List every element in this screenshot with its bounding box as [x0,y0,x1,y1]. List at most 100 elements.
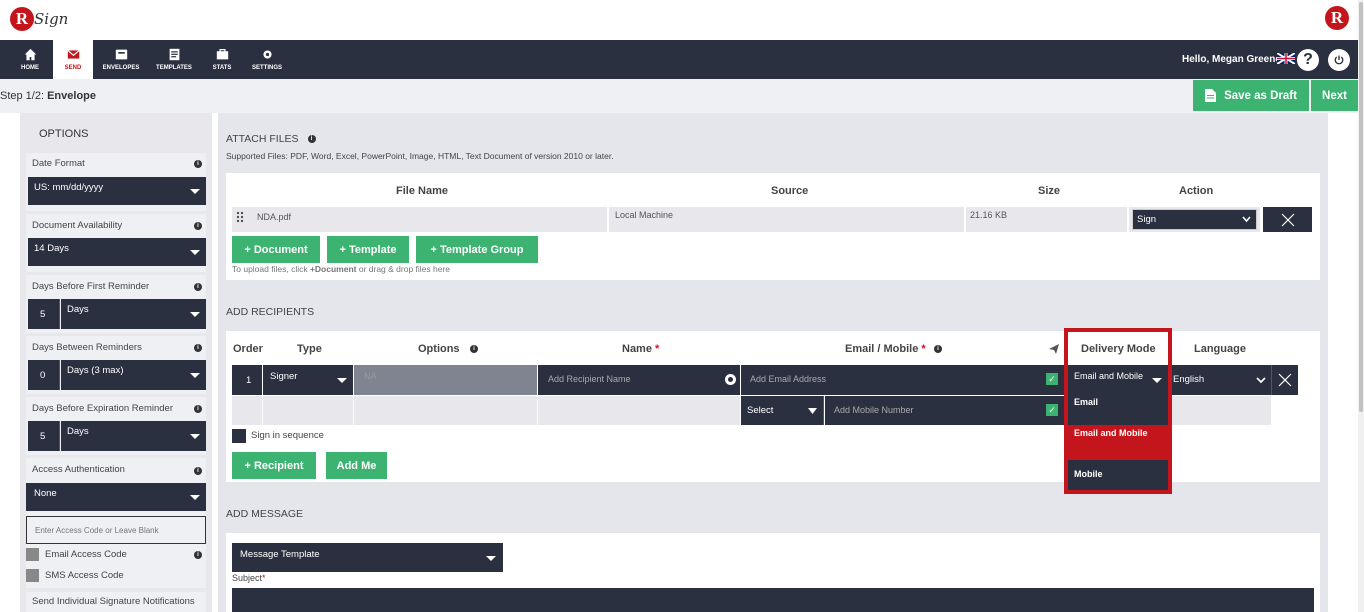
user-greeting: Hello, Megan Greene [1182,54,1281,65]
access-auth-group: Access Authentication i None Email Acces… [26,458,206,588]
home-icon [24,48,36,61]
expiration-reminder-label: Days Before Expiration Reminder [32,403,173,414]
subject-label: Subject* [232,573,266,583]
col-order: Order [233,343,263,355]
remove-recipient-button[interactable] [1271,365,1298,395]
chevron-down-icon [190,312,200,317]
doc-availability-group: Document Availability i 14 Days [26,214,206,272]
recipient-email-input[interactable]: Add Email Address [741,365,1069,395]
nav-send[interactable]: SEND [53,40,93,79]
col-source: Source [771,185,809,197]
empty-cell [538,396,740,425]
next-button[interactable]: Next [1311,80,1358,111]
file-size-cell: 21.16 KB [966,207,1127,232]
message-title: ADD MESSAGE [226,508,304,520]
between-reminders-group: Days Between Reminders i 0 Days (3 max) [26,336,206,394]
close-icon [1281,213,1294,226]
subject-input[interactable] [232,588,1314,612]
add-recipient-button[interactable]: + Recipient [232,452,316,479]
file-action-select[interactable]: Sign [1132,209,1257,230]
info-icon[interactable]: i [194,405,202,413]
delivery-mode-select[interactable]: Email and Mobile [1068,365,1168,395]
recipient-order-cell[interactable]: 1 [232,365,262,395]
email-confirm-checkbox[interactable]: ✓ [1046,373,1058,385]
recipient-type-select[interactable]: Signer [263,365,353,395]
first-reminder-group: Days Before First Reminder i 5 Days [26,275,206,333]
recipient-language-select[interactable]: English [1167,365,1271,395]
delivery-option-mobile[interactable]: Mobile [1068,460,1168,490]
empty-cell [354,396,537,425]
info-icon[interactable]: i [307,135,316,143]
sign-sequence-checkbox[interactable] [232,429,246,443]
info-icon[interactable]: i [934,345,942,353]
col-name: Name * [622,343,660,355]
contact-icon[interactable] [725,374,736,385]
brand-badge-icon: R [1325,6,1349,30]
nav-stats[interactable]: STATS [207,40,237,79]
expiration-reminder-group: Days Before Expiration Reminder i 5 Days [26,397,206,455]
mobile-confirm-checkbox[interactable]: ✓ [1046,404,1058,416]
first-reminder-number[interactable]: 5 [28,299,60,329]
between-reminders-unit-select[interactable]: Days (3 max) [61,360,206,390]
message-template-select[interactable]: Message Template [232,543,503,572]
save-draft-button[interactable]: Save as Draft [1193,80,1309,111]
date-format-group: Date Format i US: mm/dd/yyyy [26,153,206,211]
page-scrollbar[interactable] [1358,0,1364,612]
email-access-checkbox[interactable] [26,548,39,561]
add-template-group-button[interactable]: + Template Group [416,236,538,263]
recipient-name-input[interactable]: Add Recipient Name [538,365,740,395]
chevron-down-icon [337,378,347,383]
chevron-down-icon [486,556,496,561]
info-icon[interactable]: i [470,345,478,353]
info-icon[interactable]: i [194,222,202,230]
delivery-option-email-and-mobile[interactable]: Email and Mobile [1068,425,1168,460]
info-icon[interactable]: i [194,283,202,291]
chevron-down-icon [190,495,200,500]
file-name-cell: NDA.pdf [232,207,607,232]
inbox-icon [115,49,127,60]
info-icon[interactable]: i [194,551,202,559]
nav-home[interactable]: HOME [12,40,48,79]
nav-templates[interactable]: TEMPLATES [153,40,195,79]
envelope-icon [66,49,80,59]
power-icon[interactable] [1328,49,1350,71]
add-document-button[interactable]: + Document [232,236,320,263]
sms-access-checkbox[interactable] [26,569,39,582]
chevron-down-icon [1152,378,1162,383]
nav-settings[interactable]: SETTINGS [249,40,285,79]
access-code-input[interactable] [26,516,206,544]
file-source-cell: Local Machine [609,207,964,232]
country-code-select[interactable]: Select [741,396,824,425]
info-icon[interactable]: i [194,160,202,168]
drag-handle-icon[interactable] [236,211,244,223]
uk-flag-icon[interactable] [1277,53,1295,64]
access-auth-select[interactable]: None [26,483,206,511]
gear-icon [262,50,272,59]
info-icon[interactable]: i [194,467,202,475]
chevron-down-icon [190,189,200,194]
add-template-button[interactable]: + Template [327,236,409,263]
col-email: Email / Mobile * [845,343,926,355]
chevron-down-icon [190,434,200,439]
help-icon[interactable]: ? [1297,49,1319,71]
doc-availability-select[interactable]: 14 Days [28,238,206,266]
empty-cell [1167,396,1271,425]
individual-notifications-label: Send Individual Signature Notifications [32,596,195,607]
add-me-button[interactable]: Add Me [326,452,387,479]
date-format-select[interactable]: US: mm/dd/yyyy [28,177,206,205]
first-reminder-unit-select[interactable]: Days [61,299,206,329]
delivery-option-email[interactable]: Email [1068,395,1168,415]
step-title: Step 1/2: Envelope [0,90,96,102]
remove-file-button[interactable] [1263,207,1312,232]
scrollbar-thumb[interactable] [1359,2,1363,412]
date-format-label: Date Format [32,158,85,169]
chevron-down-icon [190,373,200,378]
expiration-reminder-number[interactable]: 5 [28,421,60,451]
mobile-number-input[interactable]: Add Mobile Number [825,396,1069,425]
between-reminders-number[interactable]: 0 [28,360,60,390]
brand-logo[interactable]: R Sign [10,7,68,31]
info-icon[interactable]: i [194,344,202,352]
nav-envelopes[interactable]: ENVELOPES [100,40,142,79]
notifications-group: Send Individual Signature Notifications [26,592,206,612]
expiration-reminder-unit-select[interactable]: Days [61,421,206,451]
